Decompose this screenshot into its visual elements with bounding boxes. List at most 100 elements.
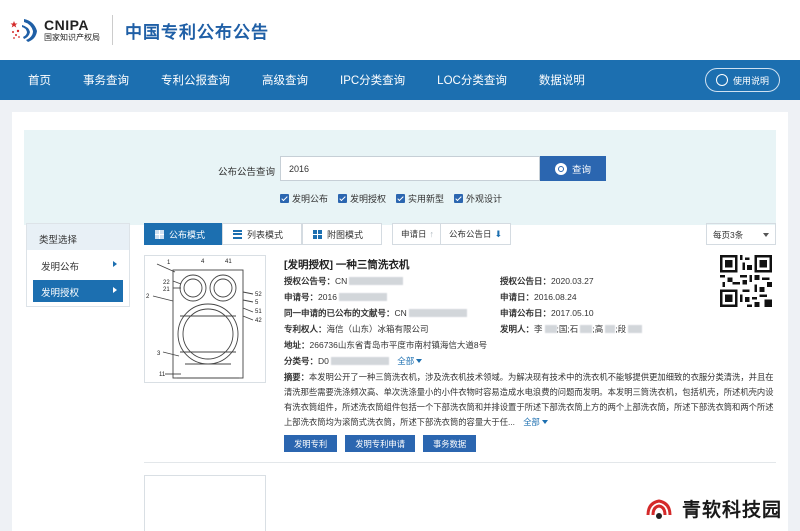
svg-text:52: 52 (255, 292, 262, 298)
cnipa-logo[interactable]: CNIPA 国家知识产权局 (10, 15, 100, 45)
svg-text:11: 11 (159, 372, 166, 378)
tab-list-mode[interactable]: 列表模式 (222, 223, 302, 245)
chevron-right-icon (113, 287, 117, 293)
sort-by-publication-date[interactable]: 公布公告日 ⬇ (440, 223, 512, 245)
arrow-down-icon: ⬇ (494, 228, 503, 239)
logo-cn-text: 国家知识产权局 (44, 33, 100, 42)
inventor-field: 发明人：李 ;国;石 ;高 ;段 (500, 323, 643, 335)
affairs-data-button[interactable]: 事务数据 (423, 435, 477, 452)
checkbox-label: 发明授权 (350, 194, 387, 204)
result-toolbar: 公布模式 列表模式 附图模式 申请日 ↑ 公布公告日 ⬇ 每页3条 (144, 223, 776, 245)
patentee-field: 专利权人：海信（山东）冰箱有限公司 (284, 324, 429, 334)
watermark-logo-icon (642, 493, 676, 523)
svg-text:5: 5 (255, 300, 259, 306)
lightbulb-icon (715, 74, 728, 86)
main-card: 公布公告查询 查询 发明公布 发明授权 实用新型 外观设计 类型选择 发明公布 … (12, 112, 788, 531)
sidebar-item-label: 发明公布 (41, 262, 80, 273)
logo-en-text: CNIPA (44, 17, 90, 33)
abstract-text: 摘要：本发明公开了一种三筒洗衣机，涉及洗衣机技术领域。为解决现有技术中的洗衣机不… (284, 372, 774, 427)
sort-label: 申请日 (401, 229, 427, 239)
search-label: 公布公告查询 (218, 167, 276, 178)
grid-icon (313, 229, 322, 239)
nav-home[interactable]: 首页 (20, 72, 73, 88)
svg-text:42: 42 (255, 318, 262, 324)
svg-text:22: 22 (163, 280, 170, 286)
svg-text:21: 21 (163, 287, 170, 293)
svg-text:3: 3 (157, 351, 161, 357)
list-icon (233, 229, 242, 239)
invention-patent-button[interactable]: 发明专利 (284, 435, 338, 452)
tab-figure-mode[interactable]: 附图模式 (302, 223, 382, 245)
result-actions: 发明专利 发明专利申请 事务数据 (284, 435, 484, 452)
search-panel: 公布公告查询 查询 发明公布 发明授权 实用新型 外观设计 (24, 130, 776, 225)
grant-date-field: 授权公告日：2020.03.27 (500, 276, 594, 286)
help-button[interactable]: 使用说明 (704, 68, 780, 92)
search-input[interactable] (280, 156, 540, 181)
cnipa-emblem-icon (10, 15, 40, 45)
patent-drawing-thumbnail[interactable]: 1 4 41 2 22 21 52 5 51 42 3 11 (144, 255, 266, 383)
grant-number-field: 授权公告号：CN (284, 275, 404, 287)
sidebar-title: 类型选择 (27, 224, 129, 250)
checkbox-label: 发明公布 (292, 194, 329, 204)
classification-more-toggle[interactable]: 全部 (397, 356, 422, 366)
main-nav: 首页 事务查询 专利公报查询 高级查询 IPC分类查询 LOC分类查询 数据说明… (0, 60, 800, 100)
washing-machine-drawing: 1 4 41 2 22 21 52 5 51 42 3 11 (146, 259, 262, 379)
qr-code-icon (720, 255, 772, 307)
type-sidebar: 类型选择 发明公布 发明授权 (26, 223, 130, 307)
type-checkboxes: 发明公布 发明授权 实用新型 外观设计 (280, 192, 512, 205)
nav-data-notes[interactable]: 数据说明 (529, 72, 607, 88)
search-icon (554, 162, 567, 175)
svg-text:2: 2 (146, 294, 150, 300)
nav-advanced-query[interactable]: 高级查询 (252, 72, 330, 88)
watermark: 青软科技园 (642, 493, 782, 523)
svg-text:41: 41 (225, 259, 232, 265)
watermark-text: 青软科技园 (681, 499, 782, 521)
sort-by-application-date[interactable]: 申请日 ↑ (392, 223, 444, 245)
sidebar-item-label: 发明授权 (41, 288, 80, 299)
classification-field: 分类号：D0 全部 (284, 355, 422, 367)
svg-text:51: 51 (255, 309, 262, 315)
nav-ipc-query[interactable]: IPC分类查询 (330, 72, 427, 88)
per-page-select[interactable]: 每页3条 (706, 223, 776, 245)
tab-publication-mode[interactable]: 公布模式 (144, 223, 222, 245)
grid-icon (155, 229, 164, 239)
patent-title[interactable]: [发明授权] 一种三筒洗衣机 (284, 257, 409, 272)
prior-publication-field: 同一申请的已公布的文献号：CN (284, 307, 467, 319)
chevron-right-icon (113, 261, 117, 267)
help-button-label: 使用说明 (732, 75, 769, 86)
patent-drawing-thumbnail[interactable] (144, 475, 266, 531)
result-item: 1 4 41 2 22 21 52 5 51 42 3 11 [发明授权] 一种… (144, 255, 776, 463)
checkbox-checked-icon (454, 194, 464, 203)
checkbox-label: 实用新型 (408, 194, 445, 204)
svg-text:4: 4 (201, 259, 205, 265)
checkbox-checked-icon (338, 194, 348, 203)
checkbox-invention-grant[interactable]: 发明授权 (338, 192, 386, 205)
sort-label: 公布公告日 (449, 229, 492, 239)
svg-text:1: 1 (167, 260, 171, 266)
checkbox-checked-icon (396, 194, 406, 203)
invention-application-button[interactable]: 发明专利申请 (345, 435, 415, 452)
nav-gazette-query[interactable]: 专利公报查询 (151, 72, 252, 88)
nav-loc-query[interactable]: LOC分类查询 (427, 72, 529, 88)
application-number-field: 申请号：2016 (284, 291, 387, 303)
site-title: 中国专利公布公告 (125, 22, 269, 42)
application-date-field: 申请日：2016.08.24 (500, 292, 577, 302)
abstract-more-toggle[interactable]: 全部 (523, 417, 548, 427)
header-divider (112, 15, 113, 45)
checkbox-label: 外观设计 (466, 194, 503, 204)
publication-date-field: 申请公布日：2017.05.10 (500, 308, 594, 318)
address-field: 地址：266736山东省青岛市平度市南村镇海信大道8号 (284, 340, 488, 350)
checkbox-checked-icon (280, 194, 289, 203)
checkbox-invention-publication[interactable]: 发明公布 (280, 192, 328, 205)
tab-label: 公布模式 (169, 229, 206, 240)
search-button[interactable]: 查询 (540, 156, 606, 181)
tab-label: 列表模式 (247, 229, 284, 240)
checkbox-design[interactable]: 外观设计 (454, 192, 502, 205)
sidebar-item-invention-grant[interactable]: 发明授权 (33, 280, 123, 302)
arrow-up-icon: ↑ (429, 229, 435, 239)
nav-affairs-query[interactable]: 事务查询 (73, 72, 151, 88)
sidebar-item-invention-publication[interactable]: 发明公布 (33, 254, 123, 276)
top-header: CNIPA 国家知识产权局 中国专利公布公告 (0, 0, 800, 60)
search-button-label: 查询 (571, 164, 591, 176)
checkbox-utility-model[interactable]: 实用新型 (396, 192, 444, 205)
